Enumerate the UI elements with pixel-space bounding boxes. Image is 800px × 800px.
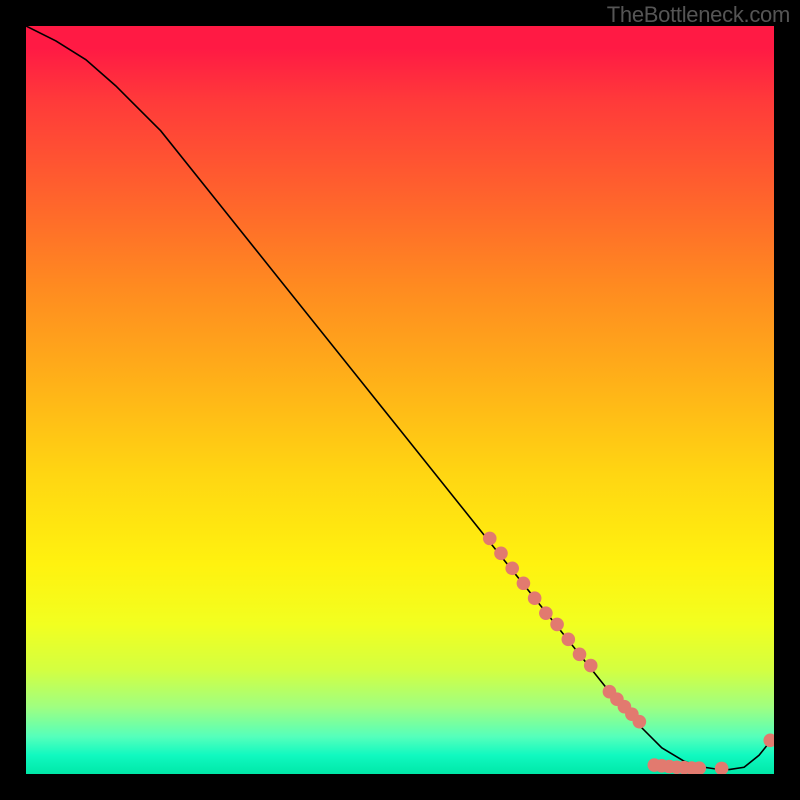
curve-line <box>26 26 774 770</box>
scatter-point <box>573 648 587 662</box>
chart-svg <box>26 26 774 774</box>
scatter-point <box>494 547 508 561</box>
scatter-point <box>550 618 564 632</box>
scatter-point <box>517 576 531 590</box>
chart-container: TheBottleneck.com <box>0 0 800 800</box>
scatter-point <box>562 633 576 647</box>
line-series <box>26 26 774 770</box>
scatter-series <box>483 532 774 774</box>
scatter-point <box>715 762 729 774</box>
scatter-point <box>528 591 542 605</box>
scatter-point <box>633 715 647 729</box>
scatter-point <box>763 734 774 748</box>
plot-area <box>26 26 774 774</box>
watermark-text: TheBottleneck.com <box>607 2 790 28</box>
scatter-point <box>584 659 598 673</box>
scatter-point <box>539 606 553 620</box>
scatter-point <box>483 532 497 546</box>
scatter-point <box>505 562 519 576</box>
